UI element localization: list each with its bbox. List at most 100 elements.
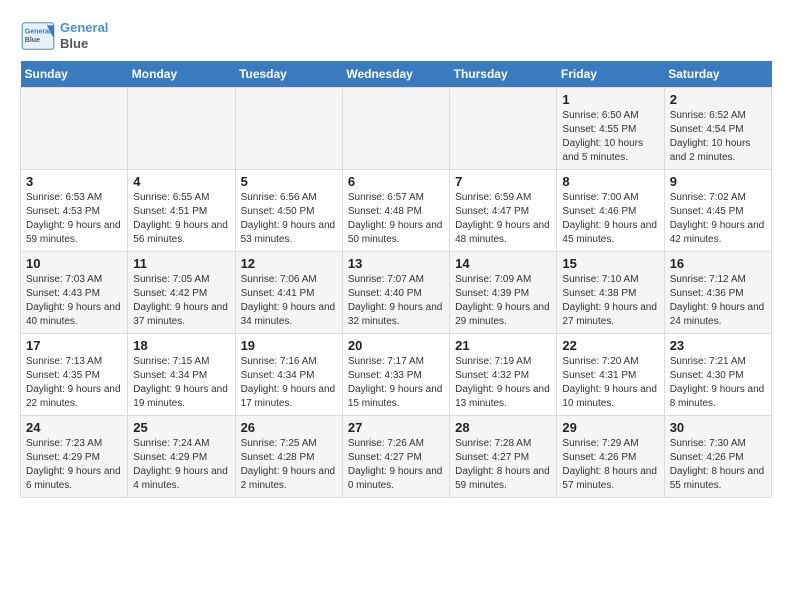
weekday-header-row: SundayMondayTuesdayWednesdayThursdayFrid…	[21, 61, 772, 88]
day-info: Sunrise: 7:20 AM Sunset: 4:31 PM Dayligh…	[562, 355, 658, 411]
calendar-cell	[235, 88, 342, 170]
logo-icon: General Blue	[20, 21, 56, 51]
calendar-cell: 14 Sunrise: 7:09 AM Sunset: 4:39 PM Dayli…	[450, 252, 557, 334]
calendar-cell: 17 Sunrise: 7:13 AM Sunset: 4:35 PM Dayli…	[21, 334, 128, 416]
calendar-cell	[128, 88, 235, 170]
calendar-body: 1Sunrise: 6:50 AM Sunset: 4:55 PM Daylig…	[21, 88, 772, 498]
day-info: Sunrise: 6:50 AM Sunset: 4:55 PM Dayligh…	[562, 109, 658, 165]
calendar-cell: 12 Sunrise: 7:06 AM Sunset: 4:41 PM Dayli…	[235, 252, 342, 334]
calendar-cell: 29 Sunrise: 7:29 AM Sunset: 4:26 PM Dayli…	[557, 416, 664, 498]
calendar-cell: 22Sunrise: 7:20 AM Sunset: 4:31 PM Dayli…	[557, 334, 664, 416]
day-info: Sunrise: 6:56 AM Sunset: 4:50 PM Dayligh…	[241, 191, 337, 247]
day-info: Sunrise: 6:55 AM Sunset: 4:51 PM Dayligh…	[133, 191, 229, 247]
day-number: 25	[133, 420, 229, 435]
day-number: 11	[133, 256, 229, 271]
day-info: Sunrise: 7:28 AM Sunset: 4:27 PM Dayligh…	[455, 437, 551, 493]
calendar-cell: 3 Sunrise: 6:53 AM Sunset: 4:53 PM Daylig…	[21, 170, 128, 252]
weekday-header-sunday: Sunday	[21, 61, 128, 88]
day-number: 12	[241, 256, 337, 271]
day-number: 14	[455, 256, 551, 271]
calendar-cell: 2Sunrise: 6:52 AM Sunset: 4:54 PM Daylig…	[664, 88, 771, 170]
day-info: Sunrise: 7:30 AM Sunset: 4:26 PM Dayligh…	[670, 437, 766, 493]
calendar-cell: 18Sunrise: 7:15 AM Sunset: 4:34 PM Dayli…	[128, 334, 235, 416]
calendar-cell: 20 Sunrise: 7:17 AM Sunset: 4:33 PM Dayli…	[342, 334, 449, 416]
calendar-cell: 13 Sunrise: 7:07 AM Sunset: 4:40 PM Dayli…	[342, 252, 449, 334]
calendar-cell: 11 Sunrise: 7:05 AM Sunset: 4:42 PM Dayli…	[128, 252, 235, 334]
calendar-cell: 16 Sunrise: 7:12 AM Sunset: 4:36 PM Dayli…	[664, 252, 771, 334]
day-info: Sunrise: 7:10 AM Sunset: 4:38 PM Dayligh…	[562, 273, 658, 329]
day-number: 17	[26, 338, 122, 353]
day-info: Sunrise: 6:57 AM Sunset: 4:48 PM Dayligh…	[348, 191, 444, 247]
calendar-cell: 25Sunrise: 7:24 AM Sunset: 4:29 PM Dayli…	[128, 416, 235, 498]
day-number: 26	[241, 420, 337, 435]
calendar-week-row: 3 Sunrise: 6:53 AM Sunset: 4:53 PM Daylig…	[21, 170, 772, 252]
day-info: Sunrise: 7:13 AM Sunset: 4:35 PM Dayligh…	[26, 355, 122, 411]
day-info: Sunrise: 6:53 AM Sunset: 4:53 PM Dayligh…	[26, 191, 122, 247]
calendar-cell: 19 Sunrise: 7:16 AM Sunset: 4:34 PM Dayli…	[235, 334, 342, 416]
calendar-cell: 1Sunrise: 6:50 AM Sunset: 4:55 PM Daylig…	[557, 88, 664, 170]
day-number: 23	[670, 338, 766, 353]
calendar-week-row: 1Sunrise: 6:50 AM Sunset: 4:55 PM Daylig…	[21, 88, 772, 170]
day-number: 4	[133, 174, 229, 189]
calendar-cell: 21 Sunrise: 7:19 AM Sunset: 4:32 PM Dayli…	[450, 334, 557, 416]
day-info: Sunrise: 7:19 AM Sunset: 4:32 PM Dayligh…	[455, 355, 551, 411]
calendar-cell	[21, 88, 128, 170]
weekday-header-monday: Monday	[128, 61, 235, 88]
calendar-cell: 23 Sunrise: 7:21 AM Sunset: 4:30 PM Dayli…	[664, 334, 771, 416]
day-number: 5	[241, 174, 337, 189]
calendar-week-row: 10 Sunrise: 7:03 AM Sunset: 4:43 PM Dayli…	[21, 252, 772, 334]
day-info: Sunrise: 6:59 AM Sunset: 4:47 PM Dayligh…	[455, 191, 551, 247]
svg-text:General: General	[25, 28, 51, 35]
day-number: 20	[348, 338, 444, 353]
day-info: Sunrise: 7:05 AM Sunset: 4:42 PM Dayligh…	[133, 273, 229, 329]
page-header: General Blue General Blue	[20, 20, 772, 51]
day-info: Sunrise: 7:23 AM Sunset: 4:29 PM Dayligh…	[26, 437, 122, 493]
calendar-table: SundayMondayTuesdayWednesdayThursdayFrid…	[20, 61, 772, 498]
calendar-cell	[342, 88, 449, 170]
calendar-cell: 8 Sunrise: 7:00 AM Sunset: 4:46 PM Daylig…	[557, 170, 664, 252]
day-info: Sunrise: 7:03 AM Sunset: 4:43 PM Dayligh…	[26, 273, 122, 329]
calendar-cell: 9Sunrise: 7:02 AM Sunset: 4:45 PM Daylig…	[664, 170, 771, 252]
weekday-header-thursday: Thursday	[450, 61, 557, 88]
calendar-cell: 30Sunrise: 7:30 AM Sunset: 4:26 PM Dayli…	[664, 416, 771, 498]
day-number: 18	[133, 338, 229, 353]
calendar-cell: 10 Sunrise: 7:03 AM Sunset: 4:43 PM Dayli…	[21, 252, 128, 334]
day-number: 10	[26, 256, 122, 271]
calendar-cell	[450, 88, 557, 170]
day-number: 7	[455, 174, 551, 189]
day-info: Sunrise: 7:12 AM Sunset: 4:36 PM Dayligh…	[670, 273, 766, 329]
day-info: Sunrise: 7:16 AM Sunset: 4:34 PM Dayligh…	[241, 355, 337, 411]
day-number: 24	[26, 420, 122, 435]
day-number: 27	[348, 420, 444, 435]
day-info: Sunrise: 7:00 AM Sunset: 4:46 PM Dayligh…	[562, 191, 658, 247]
calendar-cell: 4 Sunrise: 6:55 AM Sunset: 4:51 PM Daylig…	[128, 170, 235, 252]
svg-text:Blue: Blue	[25, 37, 40, 44]
calendar-week-row: 24 Sunrise: 7:23 AM Sunset: 4:29 PM Dayli…	[21, 416, 772, 498]
day-number: 19	[241, 338, 337, 353]
day-info: Sunrise: 7:09 AM Sunset: 4:39 PM Dayligh…	[455, 273, 551, 329]
calendar-cell: 27 Sunrise: 7:26 AM Sunset: 4:27 PM Dayli…	[342, 416, 449, 498]
day-info: Sunrise: 7:07 AM Sunset: 4:40 PM Dayligh…	[348, 273, 444, 329]
day-info: Sunrise: 7:17 AM Sunset: 4:33 PM Dayligh…	[348, 355, 444, 411]
weekday-header-saturday: Saturday	[664, 61, 771, 88]
day-info: Sunrise: 7:29 AM Sunset: 4:26 PM Dayligh…	[562, 437, 658, 493]
weekday-header-wednesday: Wednesday	[342, 61, 449, 88]
day-number: 28	[455, 420, 551, 435]
day-number: 8	[562, 174, 658, 189]
day-info: Sunrise: 6:52 AM Sunset: 4:54 PM Dayligh…	[670, 109, 766, 165]
day-info: Sunrise: 7:26 AM Sunset: 4:27 PM Dayligh…	[348, 437, 444, 493]
day-info: Sunrise: 7:06 AM Sunset: 4:41 PM Dayligh…	[241, 273, 337, 329]
day-number: 21	[455, 338, 551, 353]
calendar-week-row: 17 Sunrise: 7:13 AM Sunset: 4:35 PM Dayli…	[21, 334, 772, 416]
day-number: 15	[562, 256, 658, 271]
day-number: 3	[26, 174, 122, 189]
calendar-cell: 6 Sunrise: 6:57 AM Sunset: 4:48 PM Daylig…	[342, 170, 449, 252]
day-number: 16	[670, 256, 766, 271]
calendar-cell: 28 Sunrise: 7:28 AM Sunset: 4:27 PM Dayli…	[450, 416, 557, 498]
day-info: Sunrise: 7:21 AM Sunset: 4:30 PM Dayligh…	[670, 355, 766, 411]
day-number: 29	[562, 420, 658, 435]
day-number: 6	[348, 174, 444, 189]
weekday-header-tuesday: Tuesday	[235, 61, 342, 88]
calendar-header: SundayMondayTuesdayWednesdayThursdayFrid…	[21, 61, 772, 88]
day-number: 13	[348, 256, 444, 271]
